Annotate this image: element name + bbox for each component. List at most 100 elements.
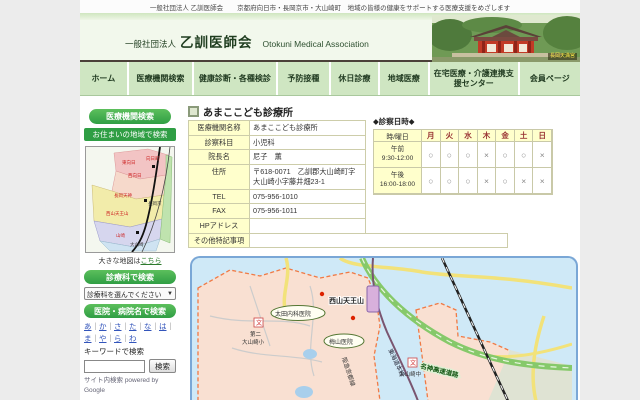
keyword-search-button[interactable]: 検索	[149, 359, 176, 373]
kana-link-wa[interactable]: わ	[129, 334, 137, 343]
mark-cell: ×	[532, 167, 552, 194]
page-body: 医療機関検索 お住まいの地域で検索 東向日 向日町	[80, 96, 580, 400]
kana-link-a[interactable]: あ	[84, 322, 99, 331]
kana-link-na[interactable]: な	[144, 322, 159, 331]
site-logo[interactable]: 一般社団法人 乙訓医師会 Otokuni Medical Association	[125, 31, 369, 51]
info-label: その他特記事項	[188, 233, 250, 249]
minimap-label-yamazaki: 山崎	[116, 232, 125, 239]
minimap-label-oyamazaki: 大山崎	[130, 241, 144, 248]
map-school1-line1: 第二	[250, 330, 262, 338]
map-school1-line2: 大山崎小	[242, 338, 265, 346]
site-search-note: サイト内検索 powered by Google	[84, 376, 176, 396]
mark-cell: ○	[458, 167, 478, 194]
main-navigation: ホーム 医療機関検索 健康診断・各種検診 予防接種 休日診療 地域医療 在宅医療…	[80, 62, 580, 96]
nav-item-community[interactable]: 地域医療	[378, 62, 428, 95]
table-row: FAX 075-956-1011	[188, 204, 508, 219]
access-map: 西山天王山 太田内科医院 梅山医院 文 第二 大山崎小	[190, 256, 578, 400]
page-background: 一般社団法人 乙訓医師会 京都府向日市・長岡京市・大山崎町 地域の皆様の健康をサ…	[0, 0, 640, 400]
kana-link-ha[interactable]: は	[159, 322, 174, 331]
info-label: 住所	[188, 164, 250, 189]
kana-index: あかさたなはまやらわ	[84, 321, 176, 344]
department-search-button[interactable]: 診療科で検索	[84, 270, 176, 284]
kana-link-ka[interactable]: か	[99, 322, 114, 331]
info-value: 075-956-1010	[249, 189, 366, 205]
period-hours: 9:30-12:00	[382, 155, 414, 164]
map-school-mark-icon: 文	[256, 319, 262, 327]
period-am: 午前 9:30-12:00	[373, 141, 422, 168]
photo-caption: 長岡天満宮	[548, 53, 577, 60]
kana-link-ta[interactable]: た	[129, 322, 144, 331]
big-map-link[interactable]: こちら	[141, 258, 162, 265]
nav-item-checkup[interactable]: 健康診断・各種検診	[192, 62, 276, 95]
kana-link-ya[interactable]: や	[99, 334, 114, 343]
info-value: あまここども診療所	[249, 120, 366, 136]
mark-cell: ○	[440, 167, 460, 194]
page-title: あまここども診療所	[203, 104, 293, 119]
minimap-label-nishimukou: 西向日	[128, 172, 142, 179]
department-select[interactable]: 診療科を選んでください ▼	[84, 287, 176, 300]
mark-cell: ○	[440, 141, 460, 168]
mark-cell: ×	[477, 141, 497, 168]
org-name-en: Otokuni Medical Association	[263, 39, 369, 49]
table-row: HPアドレス	[188, 219, 508, 234]
info-value: 尼子 薫	[249, 149, 366, 165]
chevron-down-icon: ▼	[167, 291, 173, 297]
shrine-photo: 長岡天満宮	[432, 15, 580, 62]
mark-cell: ×	[514, 167, 534, 194]
site-search-label: サイト内検索	[84, 377, 123, 384]
kana-link-ra[interactable]: ら	[114, 334, 129, 343]
mark-cell: ○	[495, 167, 515, 194]
map-clinic2-label: 梅山医院	[329, 338, 353, 346]
nav-item-members[interactable]: 会員ページ	[518, 62, 580, 95]
mark-cell: ×	[532, 141, 552, 168]
minimap-label-nishiyamatennozan: 西山天王山	[106, 210, 129, 217]
region-minimap[interactable]: 東向日 向日町 西向日 長岡天神 西山天王山 長岡京 山崎 大山崎	[85, 146, 175, 253]
schedule-table: 時/曜日 月 火 水 木 金 土 日 午前 9:30-12	[373, 129, 553, 195]
map-clinic1-label: 太田内科医院	[275, 310, 311, 318]
info-label: 医療機関名称	[188, 120, 250, 136]
period-hours: 16:00-18:00	[380, 181, 415, 190]
info-label: 院長名	[188, 149, 250, 165]
schedule-section: ◆診察日時◆ 時/曜日 月 火 水 木 金 土 日	[373, 116, 553, 195]
info-label: FAX	[188, 203, 250, 219]
minimap-label-mukoumachi: 向日町	[146, 155, 160, 162]
sidebar-search-button[interactable]: 医療機関検索	[89, 109, 171, 124]
nav-item-search[interactable]: 医療機関検索	[127, 62, 192, 95]
nav-item-homecare[interactable]: 在宅医療・介護連携支援センター	[428, 62, 518, 95]
info-value	[249, 218, 366, 234]
period-pm: 午後 16:00-18:00	[373, 167, 422, 194]
info-value	[249, 233, 508, 249]
nav-item-holiday[interactable]: 休日診療	[329, 62, 378, 95]
schedule-row-am: 午前 9:30-12:00 ○ ○ ○ × ○ ○ ×	[374, 142, 552, 168]
nav-item-vaccination[interactable]: 予防接種	[276, 62, 329, 95]
main-content: あまここども診療所 医療機関名称 あまここども診療所 診察科目 小児科 院長名 …	[186, 102, 580, 400]
kana-link-ma[interactable]: ま	[84, 334, 99, 343]
keyword-search-row: 検索	[84, 359, 176, 373]
info-label: TEL	[188, 189, 250, 205]
org-prefix: 一般社団法人	[125, 38, 176, 50]
keyword-input[interactable]	[84, 360, 145, 373]
clinic-name-search-button[interactable]: 医院・病院名で検索	[84, 304, 176, 318]
table-row: その他特記事項	[188, 234, 508, 249]
schedule-row-pm: 午後 16:00-18:00 ○ ○ ○ × ○ × ×	[374, 168, 552, 194]
map-station-label: 西山天王山	[329, 296, 364, 305]
mark-cell: ○	[421, 141, 441, 168]
sidebar: 医療機関検索 お住まいの地域で検索 東向日 向日町	[82, 109, 178, 396]
minimap-label-nagaokakyo: 長岡京	[148, 200, 162, 207]
topbar-org-name: 一般社団法人 乙訓医師会	[150, 2, 223, 12]
area-search-header: お住まいの地域で検索	[84, 128, 176, 141]
topbar-tagline: 京都府向日市・長岡京市・大山崎町 地域の皆様の健康をサポートする医療支援をめざし…	[237, 2, 510, 12]
period-label: 午前	[391, 146, 404, 155]
site-header: 一般社団法人 乙訓医師会 Otokuni Medical Association	[80, 20, 580, 60]
big-map-prefix: 大きな地図は	[99, 258, 141, 265]
org-name: 乙訓医師会	[180, 31, 253, 51]
period-label: 午後	[391, 172, 404, 181]
mark-cell: ○	[421, 167, 441, 194]
top-utility-bar: 一般社団法人 乙訓医師会 京都府向日市・長岡京市・大山崎町 地域の皆様の健康をサ…	[80, 0, 580, 13]
title-bullet-icon	[188, 106, 199, 117]
department-select-value: 診療科を選んでください	[87, 289, 161, 299]
site-container: 一般社団法人 乙訓医師会 京都府向日市・長岡京市・大山崎町 地域の皆様の健康をサ…	[80, 0, 580, 400]
mark-cell: ×	[477, 167, 497, 194]
nav-item-home[interactable]: ホーム	[80, 62, 127, 95]
kana-link-sa[interactable]: さ	[114, 322, 129, 331]
